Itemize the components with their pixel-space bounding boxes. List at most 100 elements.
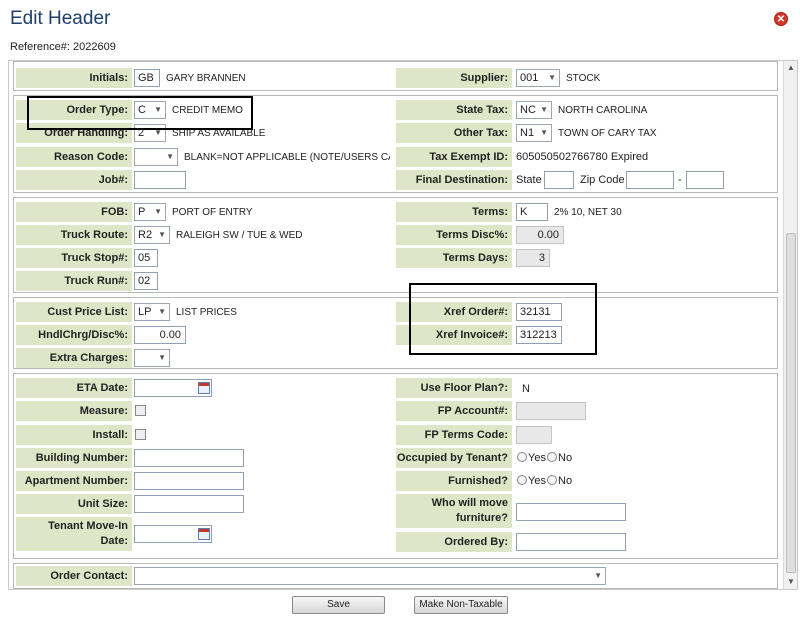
who-will-move-furniture-label: Who will move furniture? <box>396 494 512 528</box>
supplier-select[interactable]: 001 ▼ <box>516 69 560 87</box>
zip-code-text: Zip Code <box>580 174 625 186</box>
zip-code-input[interactable] <box>626 171 674 189</box>
occupied-by-tenant-label: Occupied by Tenant? <box>396 448 512 468</box>
truck-stop-label: Truck Stop#: <box>16 248 132 268</box>
chevron-down-icon: ▼ <box>594 571 602 580</box>
scrollbar-thumb[interactable] <box>786 233 796 573</box>
cust-price-list-select[interactable]: LP ▼ <box>134 303 170 321</box>
who-will-move-label-line2: furniture? <box>456 512 508 524</box>
fp-terms-code-label: FP Terms Code: <box>396 425 512 445</box>
chevron-down-icon: ▼ <box>158 307 166 316</box>
building-number-input[interactable] <box>134 449 244 467</box>
form-scroll-area[interactable]: Initials: GB GARY BRANNEN Supplier: 001 ▼… <box>8 60 798 590</box>
ordered-by-label: Ordered By: <box>396 532 512 552</box>
other-tax-description: TOWN OF CARY TAX <box>558 128 657 139</box>
chevron-down-icon: ▼ <box>158 353 166 362</box>
who-will-move-furniture-input[interactable] <box>516 503 626 521</box>
order-contact-label: Order Contact: <box>16 566 132 586</box>
eta-date-label: ETA Date: <box>16 378 132 398</box>
terms-description: 2% 10, NET 30 <box>554 207 622 218</box>
measure-checkbox[interactable] <box>135 405 146 416</box>
fob-select[interactable]: P ▼ <box>134 203 166 221</box>
reason-code-label: Reason Code: <box>16 147 132 167</box>
use-floor-plan-label: Use Floor Plan?: <box>396 378 512 398</box>
chevron-down-icon: ▼ <box>548 73 556 82</box>
apartment-number-label: Apartment Number: <box>16 471 132 491</box>
truck-route-description: RALEIGH SW / TUE & WED <box>176 230 303 241</box>
occupied-yes-radio[interactable] <box>517 452 527 462</box>
building-number-label: Building Number: <box>16 448 132 468</box>
initials-label: Initials: <box>16 68 132 88</box>
order-contact-select[interactable]: ▼ <box>134 567 606 585</box>
furnished-label: Furnished? <box>396 471 512 491</box>
reason-code-select[interactable]: ▼ <box>134 148 178 166</box>
close-icon[interactable]: ✕ <box>774 12 788 26</box>
occupied-no-text: No <box>558 452 573 464</box>
fob-description: PORT OF ENTRY <box>172 207 253 218</box>
scroll-down-icon[interactable]: ▼ <box>784 575 797 589</box>
reference-number: Reference#: 2022609 <box>10 41 116 53</box>
save-button[interactable]: Save <box>292 596 385 614</box>
initials-input[interactable]: GB <box>134 69 160 87</box>
state-tax-label: State Tax: <box>396 100 512 120</box>
other-tax-label: Other Tax: <box>396 123 512 143</box>
apartment-number-input[interactable] <box>134 472 244 490</box>
tenant-move-in-label-line2: Date: <box>100 535 128 547</box>
calendar-icon[interactable] <box>198 382 210 394</box>
state-input[interactable] <box>544 171 574 189</box>
terms-disc-label: Terms Disc%: <box>396 225 512 245</box>
hndl-chrg-input[interactable]: 0.00 <box>134 326 186 344</box>
truck-route-select[interactable]: R2 ▼ <box>134 226 170 244</box>
unit-size-input[interactable] <box>134 495 244 513</box>
truck-run-label: Truck Run#: <box>16 271 132 291</box>
fob-label: FOB: <box>16 202 132 222</box>
final-destination-label: Final Destination: <box>396 170 512 190</box>
occupied-no-radio[interactable] <box>547 452 557 462</box>
zip-extension-input[interactable] <box>686 171 724 189</box>
reason-code-description: BLANK=NOT APPLICABLE (NOTE/USERS CAN C <box>184 152 390 163</box>
dialog-title: Edit Header <box>10 8 111 29</box>
cust-price-list-description: LIST PRICES <box>176 307 237 318</box>
truck-run-input[interactable]: 02 <box>134 272 158 290</box>
calendar-icon[interactable] <box>198 528 210 540</box>
truck-stop-input[interactable]: 05 <box>134 249 158 267</box>
ordered-by-input[interactable] <box>516 533 626 551</box>
install-checkbox[interactable] <box>135 429 146 440</box>
zip-dash: - <box>678 174 682 186</box>
section-pricing-xref: Cust Price List: LP ▼ LIST PRICES HndlChr… <box>13 297 778 369</box>
supplier-label: Supplier: <box>396 68 512 88</box>
truck-route-label: Truck Route: <box>16 225 132 245</box>
fp-terms-code-input[interactable] <box>516 426 552 444</box>
terms-days-value: 3 <box>516 249 550 267</box>
hndl-chrg-label: HndlChrg/Disc%: <box>16 325 132 345</box>
initials-description: GARY BRANNEN <box>166 73 246 84</box>
fp-account-input[interactable] <box>516 402 586 420</box>
vertical-scrollbar[interactable]: ▲ ▼ <box>783 61 797 589</box>
extra-charges-label: Extra Charges: <box>16 348 132 368</box>
occupied-yes-text: Yes <box>528 452 546 464</box>
job-input[interactable] <box>134 171 186 189</box>
section-initials-supplier: Initials: GB GARY BRANNEN Supplier: 001 ▼… <box>13 61 778 91</box>
furnished-no-radio[interactable] <box>547 475 557 485</box>
furnished-yes-radio[interactable] <box>517 475 527 485</box>
chevron-down-icon: ▼ <box>158 230 166 239</box>
extra-charges-select[interactable]: ▼ <box>134 349 170 367</box>
state-tax-select[interactable]: NC ▼ <box>516 101 552 119</box>
terms-label: Terms: <box>396 202 512 222</box>
use-floor-plan-value: N <box>522 383 530 395</box>
terms-input[interactable]: K <box>516 203 548 221</box>
job-label: Job#: <box>16 170 132 190</box>
make-non-taxable-button[interactable]: Make Non-Taxable <box>414 596 508 614</box>
scroll-up-icon[interactable]: ▲ <box>784 61 797 75</box>
state-text: State <box>516 174 542 186</box>
furnished-no-text: No <box>558 475 573 487</box>
measure-label: Measure: <box>16 401 132 421</box>
terms-days-label: Terms Days: <box>396 248 512 268</box>
furnished-yes-text: Yes <box>528 475 546 487</box>
supplier-description: STOCK <box>566 73 601 84</box>
other-tax-select[interactable]: N1 ▼ <box>516 124 552 142</box>
section-delivery-details: ETA Date: Measure: Install: Building Num… <box>13 373 778 559</box>
chevron-down-icon: ▼ <box>540 105 548 114</box>
highlight-box-xref <box>409 283 597 355</box>
section-order-contact: Order Contact: ▼ <box>13 563 778 589</box>
